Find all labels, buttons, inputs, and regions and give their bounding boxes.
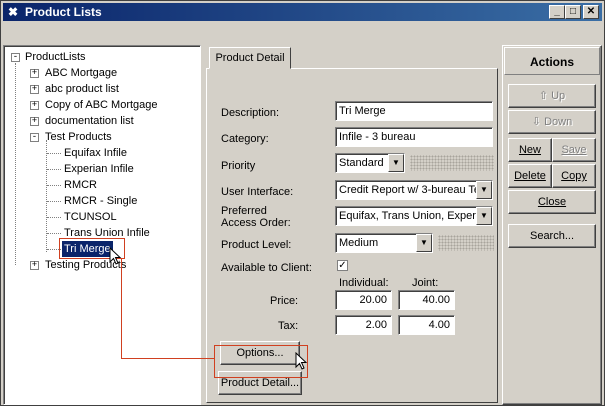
product-list-tree[interactable]: - ProductLists + ABC Mortgage + abc prod… [3,45,201,405]
available-label: Available to Client: [221,262,312,274]
description-label: Description: [221,107,280,119]
save-button[interactable]: Save [552,138,596,162]
category-field[interactable]: Infile - 3 bureau [335,127,493,147]
tree-line [47,201,61,202]
callout-box-product-detail [214,345,308,378]
mouse-cursor-icon [295,352,308,370]
delete-button[interactable]: Delete [508,164,552,188]
user-interface-select[interactable]: Credit Report w/ 3-bureau Te ▼ [335,180,493,200]
expand-icon[interactable]: + [30,85,39,94]
copy-button[interactable]: Copy [552,164,596,188]
collapse-icon[interactable]: - [30,133,39,142]
actions-panel: Actions ⇧ Up ⇩ Down New Save Delete Copy… [502,45,602,405]
tree-child-item[interactable]: Equifax Infile [64,145,127,161]
tree-line [47,185,61,186]
access-order-label-line2: Access Order: [221,217,291,229]
app-icon: ✖ [7,5,19,19]
close-window-button[interactable]: ✕ [583,5,599,19]
price-label: Price: [270,295,299,307]
tree-line [47,169,61,170]
expand-icon[interactable]: + [30,69,39,78]
new-button[interactable]: New [508,138,552,162]
tree-child-item[interactable]: TCUNSOL [64,209,117,225]
tab-product-detail[interactable]: Product Detail [209,47,291,69]
callout-connector-horizontal [121,358,215,359]
user-interface-label: User Interface: [221,186,294,198]
close-button[interactable]: Close [508,190,596,214]
tree-line [47,233,61,234]
tree-child-item[interactable]: RMCR [64,177,97,193]
up-button[interactable]: ⇧ Up [508,84,596,108]
tax-label: Tax: [278,320,299,332]
price-joint-field[interactable]: 40.00 [398,290,455,310]
expand-icon[interactable]: + [30,261,39,270]
description-field[interactable]: Tri Merge [335,101,493,121]
expand-icon[interactable]: + [30,117,39,126]
tax-joint-field[interactable]: 4.00 [398,315,455,335]
available-checkbox[interactable]: ✓ [337,260,348,271]
tree-line [47,153,61,154]
product-level-select[interactable]: Medium ▼ [335,233,433,253]
price-individual-field[interactable]: 20.00 [335,290,392,310]
joint-label: Joint: [412,277,439,289]
tree-line [46,140,47,252]
priority-label: Priority [221,160,256,172]
tree-child-item[interactable]: RMCR - Single [64,193,137,209]
decorative-pattern [410,155,494,171]
tree-item-label: Test Products [45,131,112,143]
window-title: Product Lists [25,5,102,19]
tree-root-label: ProductLists [25,51,86,63]
tax-individual-field[interactable]: 2.00 [335,315,392,335]
chevron-down-icon[interactable]: ▼ [476,181,492,199]
tree-item-label: abc product list [45,83,119,95]
tree-item-label: documentation list [45,115,134,127]
collapse-icon[interactable]: - [11,53,20,62]
chevron-down-icon[interactable]: ▼ [416,234,432,252]
tree-line [15,63,16,265]
priority-value: Standard [339,157,384,169]
individual-label: Individual: [339,277,389,289]
mouse-cursor-icon [109,247,122,265]
title-bar[interactable]: ✖ Product Lists _ □ ✕ [3,3,602,21]
maximize-button[interactable]: □ [565,5,581,19]
chevron-down-icon[interactable]: ▼ [388,154,404,172]
callout-connector-vertical [121,259,122,358]
tree-item-label: Copy of ABC Mortgage [45,99,158,111]
tree-item-label: ABC Mortgage [45,67,118,79]
minimize-button[interactable]: _ [549,5,565,19]
arrow-up-icon: ⇧ [538,90,552,102]
product-lists-window: ✖ Product Lists _ □ ✕ - ProductLists + A… [0,0,605,406]
actions-header: Actions [504,47,600,75]
tree-line [47,217,61,218]
category-label: Category: [221,133,269,145]
down-label: Down [544,116,573,128]
chevron-down-icon[interactable]: ▼ [476,207,492,225]
search-button[interactable]: Search... [508,224,596,248]
arrow-down-icon: ⇩ [531,116,545,128]
access-order-select[interactable]: Equifax, Trans Union, Experia ▼ [335,206,493,226]
access-order-value: Equifax, Trans Union, Experia [339,210,485,222]
down-button[interactable]: ⇩ Down [508,110,596,134]
product-level-label: Product Level: [221,239,292,251]
decorative-pattern [438,235,494,251]
product-level-value: Medium [339,237,379,249]
up-label: Up [551,90,566,102]
tree-child-item[interactable]: Experian Infile [64,161,134,177]
priority-select[interactable]: Standard ▼ [335,153,405,173]
user-interface-value: Credit Report w/ 3-bureau Te [339,184,481,196]
expand-icon[interactable]: + [30,101,39,110]
